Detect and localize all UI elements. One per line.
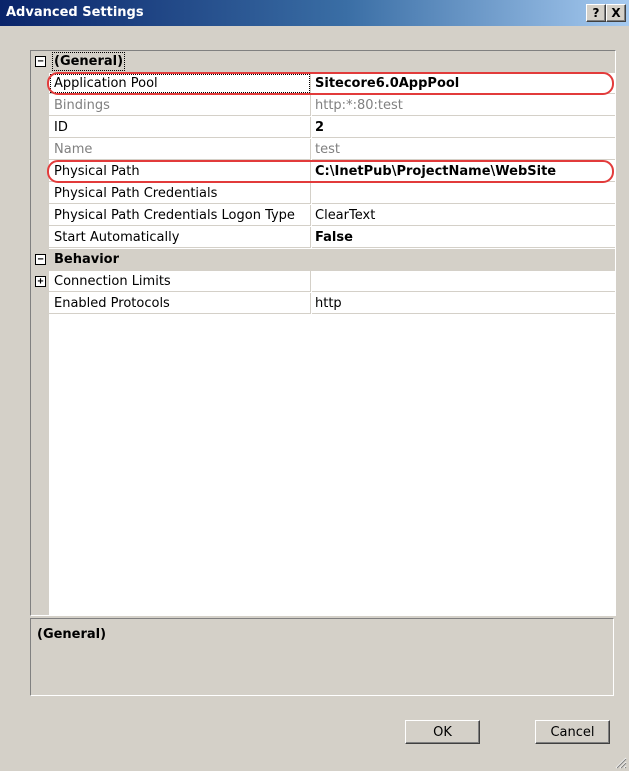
property-name[interactable]: Bindings [49,95,311,116]
property-value[interactable]: ClearText [312,205,615,226]
category-label: (General) [51,52,126,71]
property-name[interactable]: Application Pool [49,73,311,94]
advanced-settings-dialog: Advanced Settings ? X − (General) Applic… [0,0,629,771]
description-title: (General) [37,627,107,642]
title-bar[interactable]: Advanced Settings ? X [0,0,629,26]
property-value[interactable]: C:\InetPub\ProjectName\WebSite [312,161,615,182]
property-value[interactable]: 2 [312,117,615,138]
category-label: Behavior [54,252,120,267]
collapse-icon[interactable]: − [35,56,46,67]
property-value[interactable]: Sitecore6.0AppPool [312,73,615,94]
collapse-icon[interactable]: − [35,254,46,265]
expand-icon[interactable]: + [35,276,46,287]
property-name[interactable]: Physical Path Credentials [49,183,311,204]
property-grid: − (General) Application Pool Sitecore6.0… [30,50,616,616]
property-row-logon-type[interactable]: Physical Path Credentials Logon Type Cle… [31,205,615,227]
property-value[interactable] [312,183,615,204]
resize-grip-icon[interactable] [613,755,627,769]
property-row-enabled-protocols[interactable]: Enabled Protocols http [31,293,615,315]
property-value[interactable]: http [312,293,615,314]
property-name[interactable]: Physical Path [49,161,311,182]
property-value[interactable] [312,271,615,292]
property-row-physical-path-credentials[interactable]: Physical Path Credentials [31,183,615,205]
property-value[interactable]: test [312,139,615,160]
cancel-button[interactable]: Cancel [535,720,610,744]
property-value[interactable]: http:*:80:test [312,95,615,116]
category-general[interactable]: − (General) [31,51,615,73]
property-row-physical-path[interactable]: Physical Path C:\InetPub\ProjectName\Web… [31,161,615,183]
property-row-bindings[interactable]: Bindings http:*:80:test [31,95,615,117]
property-row-application-pool[interactable]: Application Pool Sitecore6.0AppPool [31,73,615,95]
property-row-id[interactable]: ID 2 [31,117,615,139]
property-name[interactable]: ID [49,117,311,138]
property-name[interactable]: Physical Path Credentials Logon Type [49,205,311,226]
property-value[interactable]: False [312,227,615,248]
category-behavior[interactable]: − Behavior [31,249,615,271]
property-name[interactable]: Enabled Protocols [49,293,311,314]
ok-button[interactable]: OK [405,720,480,744]
window-title: Advanced Settings [6,5,144,20]
property-row-start-automatically[interactable]: Start Automatically False [31,227,615,249]
property-name[interactable]: Connection Limits [49,271,311,292]
close-icon[interactable]: X [606,4,626,22]
property-row-name[interactable]: Name test [31,139,615,161]
property-name[interactable]: Name [49,139,311,160]
property-row-connection-limits[interactable]: + Connection Limits [31,271,615,293]
property-name[interactable]: Start Automatically [49,227,311,248]
description-panel: (General) [30,618,614,696]
help-icon[interactable]: ? [586,4,606,22]
